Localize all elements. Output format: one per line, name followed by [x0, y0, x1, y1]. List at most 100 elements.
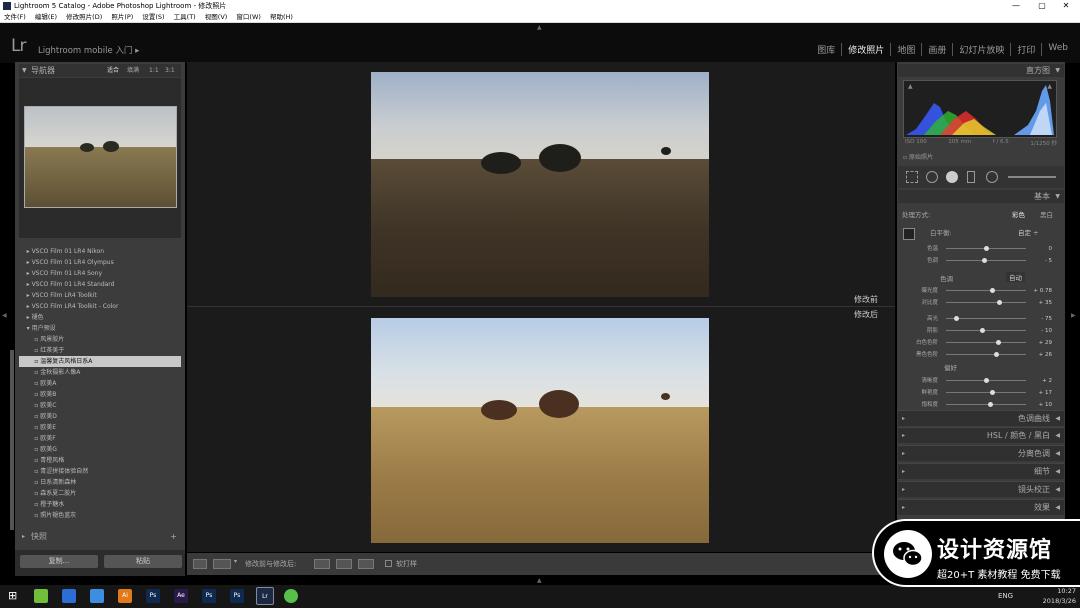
right-panel-toggle-icon[interactable]: ▶ — [1071, 312, 1076, 319]
preset-item[interactable]: ▫ 红茶美于 — [19, 345, 181, 356]
preset-item[interactable]: ▫ 欧美B — [19, 389, 181, 400]
zoom-3to1[interactable]: 3:1 — [165, 64, 175, 77]
spot-removal-icon[interactable] — [926, 171, 938, 183]
preset-folder[interactable]: ▸ VSCO Film LR4 Toolkit - Color — [19, 301, 181, 312]
wb-eyedropper-icon[interactable] — [903, 228, 915, 240]
minimize-button[interactable]: — — [1004, 0, 1028, 12]
preset-item[interactable]: ▫ 欧美A — [19, 378, 181, 389]
left-scrollbar[interactable] — [10, 350, 14, 530]
radial-filter-icon[interactable] — [986, 171, 998, 183]
slider-track[interactable] — [946, 404, 1026, 405]
slider-track[interactable] — [946, 330, 1026, 331]
menu-tools[interactable]: 工具(T) — [174, 13, 196, 21]
slider-value[interactable]: + 2 — [1042, 376, 1052, 386]
zoom-fit[interactable]: 适合 — [107, 64, 119, 77]
highlight-clip-icon[interactable]: ▲ — [1047, 83, 1052, 90]
slider-value[interactable]: - 75 — [1041, 314, 1052, 324]
preset-item[interactable]: ▫ 金秋摄影人像A — [19, 367, 181, 378]
after-photo[interactable] — [371, 318, 709, 543]
slider-knob[interactable] — [993, 352, 999, 357]
photoshop-icon[interactable]: Ps — [230, 589, 244, 603]
slider-knob[interactable] — [979, 328, 985, 333]
slider-knob[interactable] — [983, 246, 989, 251]
preset-item[interactable]: ▫ 欧美D — [19, 411, 181, 422]
crop-tool-icon[interactable] — [906, 171, 918, 183]
menu-develop[interactable]: 修改照片(D) — [66, 13, 102, 21]
slider-track[interactable] — [946, 354, 1026, 355]
compare-dropdown-icon[interactable]: ▾ — [234, 558, 237, 565]
brush-slider[interactable] — [1008, 176, 1056, 178]
slider-value[interactable]: + 26 — [1039, 350, 1052, 360]
preset-item[interactable]: ▫ 风景胶片 — [19, 334, 181, 345]
slider-knob[interactable] — [995, 340, 1001, 345]
language-indicator[interactable]: ENG — [998, 592, 1013, 600]
preset-item[interactable]: ▫ 日系清新森林 — [19, 477, 181, 488]
section-lens-corrections[interactable]: ▸ 镜头校正 ◀ — [898, 481, 1064, 497]
graduated-filter-icon[interactable] — [967, 171, 975, 183]
lightroom-taskbar-icon[interactable]: Lr — [256, 587, 274, 605]
slider-knob[interactable] — [989, 288, 995, 293]
module-web[interactable]: Web — [1041, 43, 1074, 56]
wb-value[interactable]: 自定 ÷ — [1018, 227, 1039, 237]
navigator-header[interactable]: ▼ 导航器 适合 填满 1:1 3:1 — [19, 64, 181, 77]
start-icon[interactable]: ⊞ — [8, 590, 20, 602]
photoshop-icon[interactable]: Ps — [146, 589, 160, 603]
section-effects[interactable]: ▸ 效果 ◀ — [898, 499, 1064, 515]
copy-after-to-before-icon[interactable] — [358, 559, 374, 569]
preset-folder[interactable]: ▸ VSCO Film 01 LR4 Nikon — [19, 246, 181, 257]
illustrator-icon[interactable]: Ai — [118, 589, 132, 603]
menu-view[interactable]: 视图(V) — [205, 13, 228, 21]
identity-text[interactable]: Lightroom mobile 入门 ▸ — [38, 44, 139, 56]
slider-value[interactable]: + 10 — [1039, 400, 1052, 410]
compare-view-icon[interactable] — [213, 559, 231, 569]
preset-item[interactable]: ▫ 欧美F — [19, 433, 181, 444]
photoshop-icon[interactable]: Ps — [202, 589, 216, 603]
paste-button[interactable]: 粘贴 — [104, 555, 182, 568]
preset-item[interactable]: ▫ 橙子糖水 — [19, 499, 181, 510]
treatment-bw[interactable]: 黑白 — [1040, 209, 1053, 219]
treatment-color[interactable]: 彩色 — [1012, 209, 1025, 219]
preset-item[interactable]: ▫ 欧美E — [19, 422, 181, 433]
app-icon[interactable] — [62, 589, 76, 603]
section-tone-curve[interactable]: ▸ 色调曲线 ◀ — [898, 410, 1064, 426]
close-button[interactable]: ✕ — [1054, 0, 1078, 12]
slider-value[interactable]: - 10 — [1041, 326, 1052, 336]
preset-item[interactable]: ▫ 森系夏二胶片 — [19, 488, 181, 499]
preset-folder[interactable]: ▸ VSCO Film 01 LR4 Standard — [19, 279, 181, 290]
preset-item[interactable]: ▫ 欧美C — [19, 400, 181, 411]
module-slideshow[interactable]: 幻灯片放映 — [952, 43, 1010, 56]
module-library[interactable]: 图库 — [811, 43, 841, 56]
module-map[interactable]: 地图 — [890, 43, 921, 56]
copy-button[interactable]: 复制... — [20, 555, 98, 568]
add-snapshot-icon[interactable]: + — [170, 530, 177, 543]
slider-track[interactable] — [946, 290, 1026, 291]
preset-item[interactable]: ▫ 青涩拼接体验自然 — [19, 466, 181, 477]
menu-window[interactable]: 窗口(W) — [236, 13, 261, 21]
zoom-fill[interactable]: 填满 — [127, 64, 139, 77]
slider-knob[interactable] — [953, 316, 959, 321]
basic-header[interactable]: 基本 ▼ — [898, 190, 1064, 203]
slider-track[interactable] — [946, 392, 1026, 393]
swap-before-after-icon[interactable] — [314, 559, 330, 569]
softproof-checkbox[interactable] — [385, 560, 392, 567]
section-split-toning[interactable]: ▸ 分离色调 ◀ — [898, 445, 1064, 461]
module-print[interactable]: 打印 — [1010, 43, 1041, 56]
menu-edit[interactable]: 编辑(E) — [35, 13, 57, 21]
slider-track[interactable] — [946, 342, 1026, 343]
slider-knob[interactable] — [989, 390, 995, 395]
slider-knob[interactable] — [997, 300, 1003, 305]
copy-before-to-after-icon[interactable] — [336, 559, 352, 569]
original-photo-toggle[interactable]: ▫ 原始照片 — [903, 152, 933, 161]
red-eye-icon[interactable] — [946, 171, 958, 183]
slider-knob[interactable] — [984, 378, 990, 383]
slider-value[interactable]: - 5 — [1045, 256, 1052, 266]
slider-track[interactable] — [946, 302, 1026, 303]
preset-folder[interactable]: ▸ VSCO Film LR4 Toolkit — [19, 290, 181, 301]
preset-item-selected[interactable]: ▫ 温馨复古风格日系A — [19, 356, 181, 367]
slider-value[interactable]: + 29 — [1039, 338, 1052, 348]
module-book[interactable]: 画册 — [921, 43, 952, 56]
preset-folder[interactable]: ▸ VSCO Film 01 LR4 Sony — [19, 268, 181, 279]
preset-folder-user[interactable]: ▾ 用户预设 — [19, 323, 181, 334]
filmstrip-toggle-icon[interactable]: ▲ — [537, 577, 542, 584]
preset-folder[interactable]: ▸ 褪色 — [19, 312, 181, 323]
